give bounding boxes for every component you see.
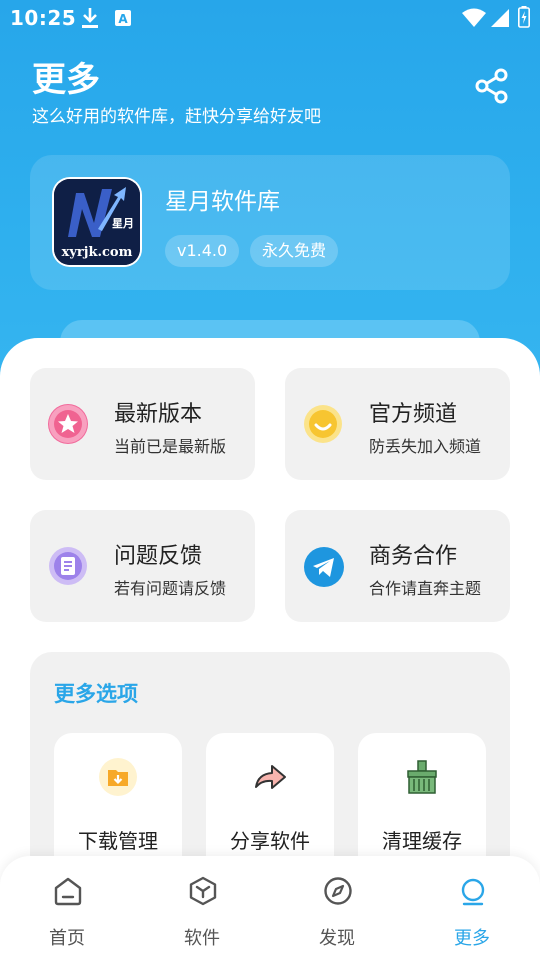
option-label: 清理缓存	[382, 829, 462, 853]
tile-subtitle: 若有问题请反馈	[114, 579, 227, 598]
app-logo-text: xyrjk.com	[62, 245, 133, 260]
battery-icon	[518, 6, 530, 32]
app-info-card: 星月 xyrjk.com 星月软件库 v1.4.0 永久免费	[30, 155, 510, 290]
more-options-title: 更多选项	[54, 682, 138, 706]
tile-subtitle: 合作请直奔主题	[369, 579, 482, 598]
signal-icon	[490, 8, 510, 32]
page-title: 更多	[32, 60, 100, 100]
share-button[interactable]	[472, 68, 512, 108]
nav-label: 更多	[454, 928, 490, 949]
a-text-icon: A	[114, 9, 132, 31]
telegram-icon	[303, 546, 344, 587]
share-arrow-icon	[250, 757, 290, 797]
star-icon	[48, 404, 88, 444]
app-name: 星月软件库	[165, 189, 280, 215]
tile-subtitle: 防丢失加入频道	[369, 437, 482, 456]
broom-icon	[402, 757, 442, 797]
version-badge: v1.4.0	[165, 235, 240, 267]
user-icon	[458, 876, 488, 906]
tile-subtitle: 当前已是最新版	[114, 437, 227, 456]
option-label: 下载管理	[78, 829, 158, 853]
bottom-nav: 首页 软件 发现 更多	[0, 856, 540, 960]
option-label: 分享软件	[230, 829, 310, 853]
tile-title: 问题反馈	[114, 544, 203, 569]
smile-icon	[303, 404, 343, 444]
tile-official-channel[interactable]: 官方频道 防丢失加入频道	[285, 368, 510, 480]
download-icon	[80, 7, 100, 33]
share-icon	[475, 68, 509, 108]
app-logo: 星月 xyrjk.com	[54, 179, 140, 265]
tile-title: 官方频道	[369, 402, 458, 427]
nav-more[interactable]: 更多	[422, 876, 522, 956]
tile-business[interactable]: 商务合作 合作请直奔主题	[285, 510, 510, 622]
tile-title: 商务合作	[369, 544, 458, 569]
box-icon	[188, 876, 218, 906]
status-bar: 10:25 A	[0, 0, 540, 36]
svg-text:A: A	[118, 12, 128, 26]
tile-title: 最新版本	[114, 402, 203, 427]
home-icon	[53, 876, 83, 906]
tile-feedback[interactable]: 问题反馈 若有问题请反馈	[30, 510, 255, 622]
nav-discover[interactable]: 发现	[287, 876, 387, 956]
feedback-icon	[48, 546, 88, 586]
wifi-icon	[462, 8, 486, 32]
nav-label: 首页	[49, 928, 85, 949]
nav-label: 发现	[319, 928, 355, 949]
free-badge: 永久免费	[250, 235, 339, 267]
nav-home[interactable]: 首页	[17, 876, 117, 956]
nav-software[interactable]: 软件	[152, 876, 252, 956]
page-subtitle: 这么好用的软件库，赶快分享给好友吧	[32, 107, 321, 127]
tile-latest-version[interactable]: 最新版本 当前已是最新版	[30, 368, 255, 480]
compass-icon	[323, 876, 353, 906]
download-folder-icon	[98, 757, 138, 797]
status-time: 10:25	[10, 6, 77, 30]
app-logo-mark: 星月	[112, 217, 134, 230]
nav-label: 软件	[184, 928, 220, 949]
